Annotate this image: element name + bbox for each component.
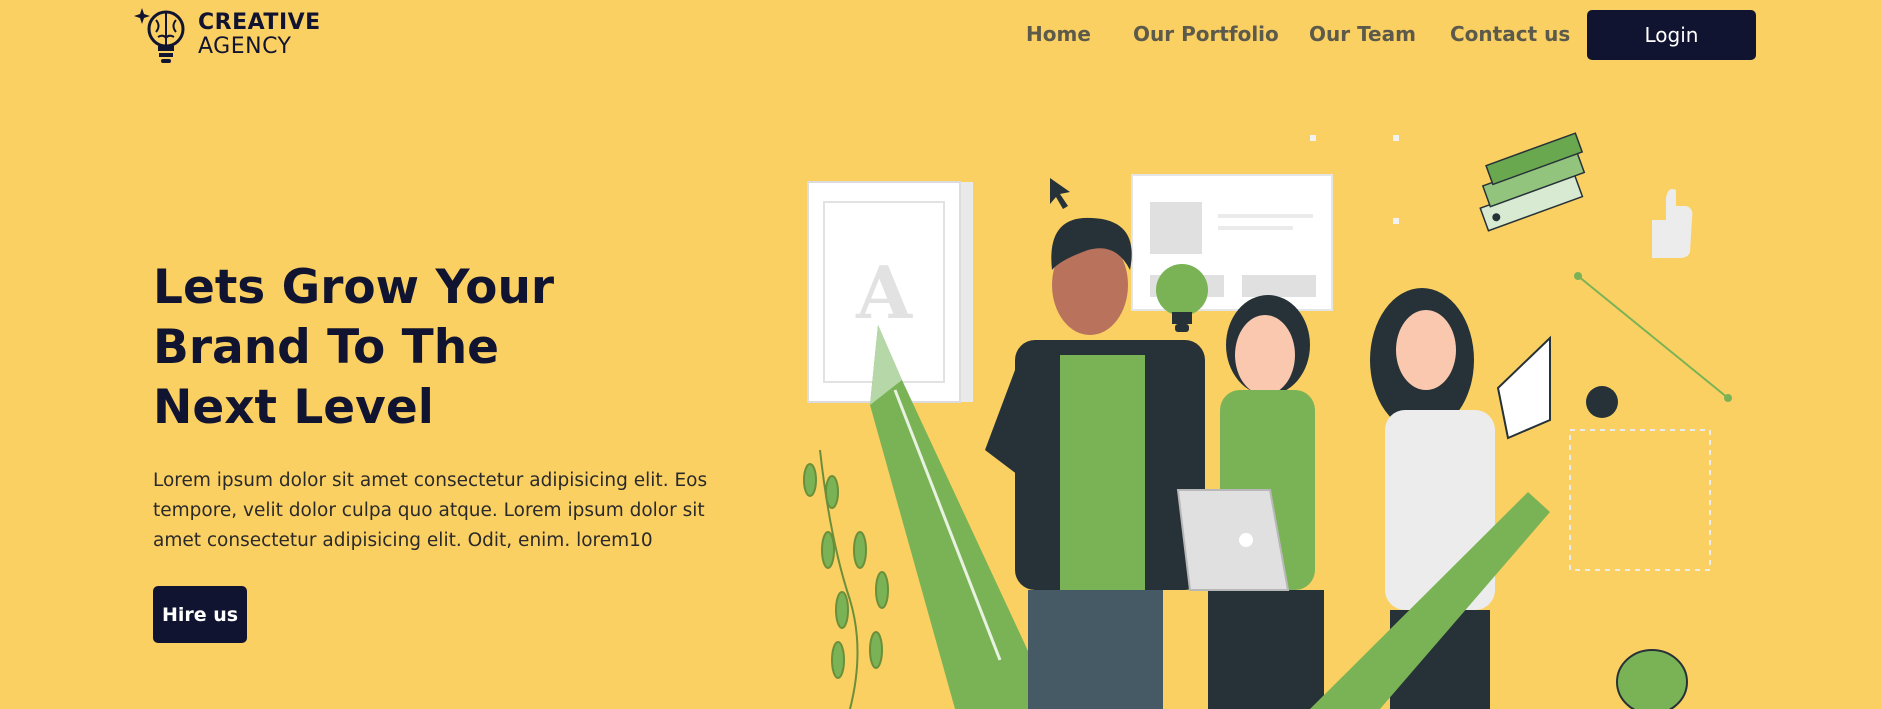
cursor-icon	[1050, 178, 1070, 209]
hero-title-line-3: Next Level	[153, 380, 434, 435]
cactus	[1616, 649, 1688, 709]
navbar: CREATIVE AGENCY Home Our Portfolio Our T…	[0, 0, 1881, 70]
color-swatches	[1479, 132, 1586, 232]
hero-title-line-2: Brand To The	[153, 320, 500, 375]
hero-description: Lorem ipsum dolor sit amet consectetur a…	[153, 470, 708, 551]
nav-links: Home Our Portfolio Our Team Contact us	[1026, 22, 1570, 46]
nav-home[interactable]: Home	[1026, 22, 1091, 46]
lightbulb-icon	[1156, 264, 1208, 332]
nav-our-portfolio[interactable]: Our Portfolio	[1133, 22, 1279, 46]
hero-title: Lets Grow Your Brand To The Next Level	[153, 258, 673, 438]
hire-us-button[interactable]: Hire us	[153, 586, 247, 643]
brand-line2: AGENCY	[198, 34, 292, 59]
poster-letter: A	[855, 250, 913, 335]
brand-logo[interactable]: CREATIVE AGENCY	[134, 4, 321, 66]
nav-our-team[interactable]: Our Team	[1309, 22, 1416, 46]
plant	[803, 449, 889, 709]
hero-title-line-1: Lets Grow Your	[153, 260, 555, 315]
login-button[interactable]: Login	[1587, 10, 1756, 60]
nav-contact-us[interactable]: Contact us	[1450, 22, 1570, 46]
thumbs-up-icon	[1652, 189, 1693, 258]
brand-name: CREATIVE AGENCY	[198, 11, 321, 59]
brain-lightbulb-icon	[134, 8, 185, 63]
brand-line1: CREATIVE	[198, 10, 321, 35]
woman-pen-figure	[1310, 288, 1618, 709]
hero-illustration: A	[803, 132, 1732, 709]
